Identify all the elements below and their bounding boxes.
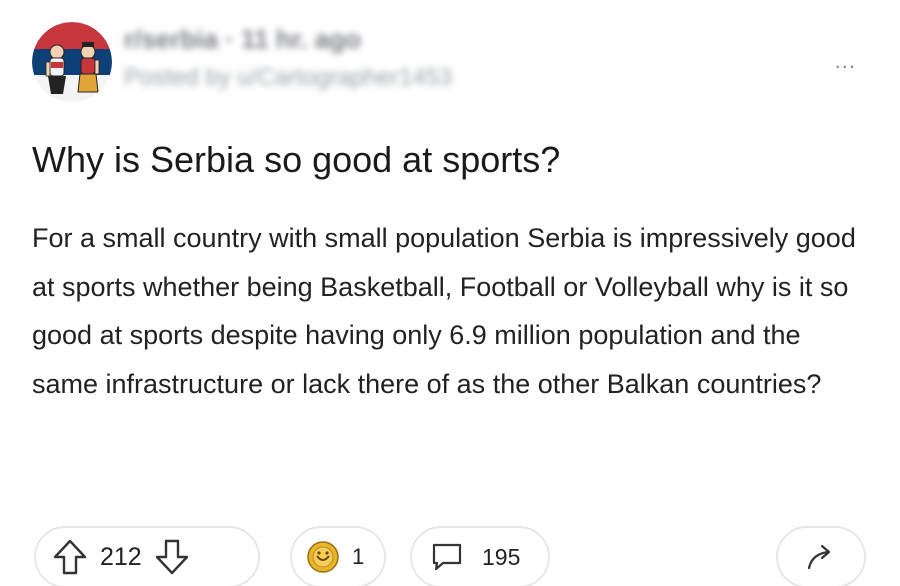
post-meta: r/serbia · 11 hr. ago Posted by u/Cartog… xyxy=(124,22,564,102)
post-title[interactable]: Why is Serbia so good at sports? xyxy=(32,138,872,182)
award-button[interactable]: 1 xyxy=(290,526,386,586)
post-card: r/serbia · 11 hr. ago Posted by u/Cartog… xyxy=(0,0,900,586)
vote-bar: 212 xyxy=(34,526,260,586)
more-dots-icon[interactable]: ... xyxy=(835,50,856,72)
award-count: 1 xyxy=(352,544,365,569)
award-medal-icon xyxy=(306,540,340,574)
downvote-arrow-icon[interactable] xyxy=(154,538,190,576)
upvote-arrow-icon[interactable] xyxy=(52,538,88,576)
share-button[interactable] xyxy=(776,526,866,586)
post-body: For a small country with small populatio… xyxy=(32,223,856,399)
posted-by[interactable]: Posted by u/Cartographer1453 xyxy=(124,64,452,92)
comment-count: 195 xyxy=(482,543,521,570)
serbian-flag-icon xyxy=(32,22,112,102)
upvote-count: 212 xyxy=(100,542,142,571)
comments-button[interactable]: 195 xyxy=(410,526,550,586)
share-arrow-icon xyxy=(804,542,838,572)
comment-bubble-icon xyxy=(430,541,464,573)
community-avatar[interactable] xyxy=(32,22,112,102)
community-name[interactable]: r/serbia · 11 hr. ago xyxy=(124,24,361,55)
